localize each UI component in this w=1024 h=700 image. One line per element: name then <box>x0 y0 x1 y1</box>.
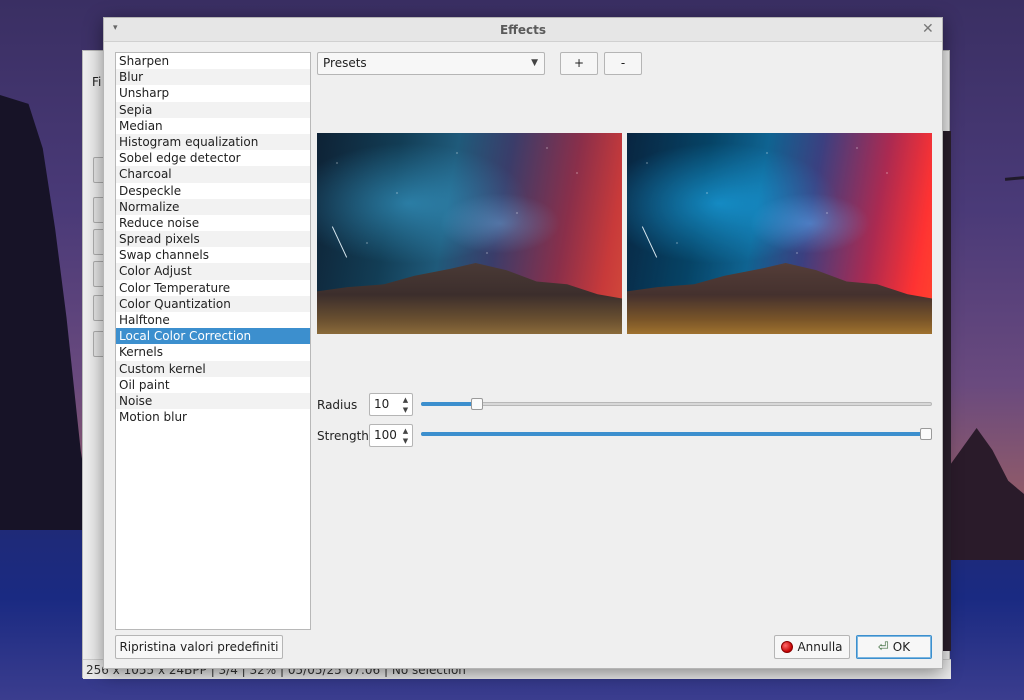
spin-down-icon[interactable]: ▼ <box>400 405 411 415</box>
radius-spinbox[interactable]: 10 ▲ ▼ <box>369 393 413 416</box>
effect-item[interactable]: Noise <box>116 392 310 410</box>
presets-dropdown[interactable]: Presets ▼ <box>317 52 545 75</box>
effects-dialog: ▾ Effects ✕ Sharpen Blur Unsharp Sepia Media… <box>103 17 943 669</box>
strength-slider-handle[interactable] <box>920 428 932 440</box>
radius-slider-groove <box>421 402 932 406</box>
desktop-bird <box>1004 176 1024 181</box>
add-preset-button[interactable]: + <box>560 52 598 75</box>
effect-list[interactable]: Sharpen Blur Unsharp Sepia Median Histogram e… <box>115 52 311 630</box>
desktop-hill-right <box>945 428 1024 560</box>
strength-label: Strength <box>317 429 369 443</box>
bg-menu-file[interactable]: Fi <box>92 75 101 89</box>
effect-item[interactable]: Halftone <box>116 312 310 328</box>
presets-selected: Presets <box>323 56 367 70</box>
effect-item[interactable]: Charcoal <box>116 166 310 183</box>
effect-item[interactable]: Oil paint <box>116 377 310 393</box>
spin-up-icon[interactable]: ▲ <box>400 395 411 405</box>
effect-item[interactable]: Sepia <box>116 101 310 118</box>
ok-icon: ⏎ <box>877 640 889 655</box>
chevron-down-icon: ▼ <box>531 58 538 68</box>
effect-item[interactable]: Unsharp <box>116 85 310 101</box>
effect-item[interactable]: Despeckle <box>116 183 310 199</box>
spin-up-icon[interactable]: ▲ <box>400 426 411 436</box>
effect-item[interactable]: Kernels <box>116 344 310 360</box>
effect-item[interactable]: Custom kernel <box>116 360 310 377</box>
effect-item[interactable]: Blur <box>116 69 310 86</box>
reset-defaults-button[interactable]: Ripristina valori predefiniti <box>115 635 283 659</box>
preview-original <box>317 133 622 334</box>
close-icon[interactable]: ✕ <box>922 21 934 37</box>
desktop-hill-left <box>0 95 95 540</box>
effect-item[interactable]: Local Color Correction <box>116 328 310 345</box>
effect-item[interactable]: Normalize <box>116 198 310 215</box>
cancel-button[interactable]: Annulla <box>774 635 850 659</box>
effect-item[interactable]: Sobel edge detector <box>116 150 310 166</box>
strength-spinbox[interactable]: 100 ▲ ▼ <box>369 424 413 447</box>
effect-item[interactable]: Sharpen <box>116 53 310 69</box>
effect-item[interactable]: Motion blur <box>116 409 310 425</box>
effect-item[interactable]: Reduce noise <box>116 215 310 231</box>
radius-slider-fill <box>421 402 477 406</box>
ok-button[interactable]: ⏎ OK <box>856 635 932 659</box>
cancel-label: Annulla <box>797 640 843 654</box>
ok-label: OK <box>892 640 911 654</box>
effect-item[interactable]: Swap channels <box>116 247 310 263</box>
remove-preset-button[interactable]: - <box>604 52 642 75</box>
dialog-titlebar[interactable]: ▾ Effects ✕ <box>104 18 942 42</box>
effect-item[interactable]: Histogram equalization <box>116 133 310 151</box>
preview-processed <box>627 133 932 334</box>
effect-item[interactable]: Color Quantization <box>116 295 310 312</box>
radius-slider[interactable] <box>421 397 932 411</box>
dialog-title: Effects <box>499 23 547 37</box>
radius-value: 10 <box>374 397 390 411</box>
strength-value: 100 <box>374 428 397 442</box>
strength-slider-fill <box>421 432 926 436</box>
effect-item[interactable]: Color Adjust <box>116 263 310 280</box>
radius-label: Radius <box>317 398 358 412</box>
effect-item[interactable]: Spread pixels <box>116 231 310 248</box>
radius-slider-handle[interactable] <box>471 398 483 410</box>
cancel-icon <box>781 641 794 653</box>
spin-down-icon[interactable]: ▼ <box>400 436 411 446</box>
strength-slider[interactable] <box>421 427 932 441</box>
effect-item[interactable]: Color Temperature <box>116 280 310 296</box>
effect-item[interactable]: Median <box>116 118 310 134</box>
